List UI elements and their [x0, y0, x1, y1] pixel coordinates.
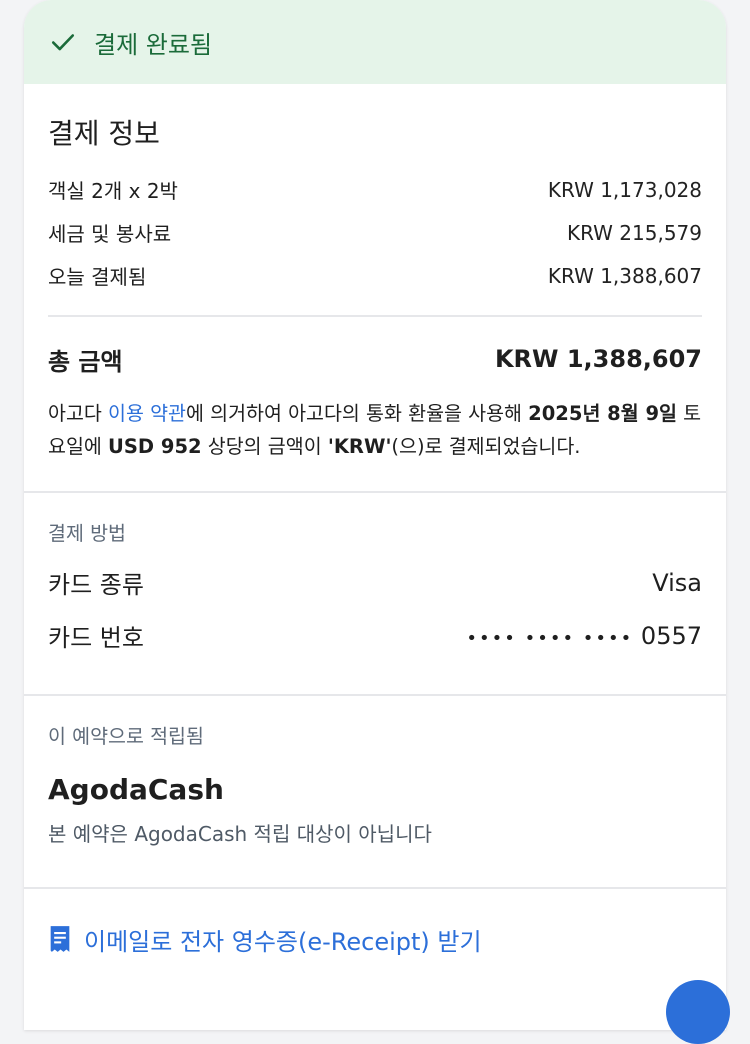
card-number-label: 카드 번호: [48, 624, 144, 652]
row-value: KRW 1,388,607: [547, 263, 702, 288]
note-usd-amount: USD 952: [108, 435, 202, 458]
payment-info-title: 결제 정보: [48, 117, 160, 150]
agodacash-description: 본 예약은 AgodaCash 적립 대상이 아닙니다: [48, 822, 432, 846]
payment-info-section: 결제 정보 객실 2개 x 2박 KRW 1,173,028 세금 및 봉사료 …: [24, 112, 726, 463]
banner-title: 결제 완료됨: [94, 30, 213, 59]
payment-complete-banner: 결제 완료됨: [24, 0, 726, 84]
total-row: 총 금액 KRW 1,388,607: [48, 317, 702, 401]
rewards-title: 이 예약으로 적립됨: [48, 725, 204, 748]
note-text: 에 의거하여 아고다의 통화 환율을 사용해: [186, 402, 529, 425]
payment-complete-card: 결제 완료됨 결제 정보 객실 2개 x 2박 KRW 1,173,028 세금…: [24, 0, 726, 1030]
card-number-last4: 0557: [640, 621, 702, 650]
row-value: KRW 215,579: [566, 220, 702, 245]
receipt-icon: [50, 926, 70, 952]
card-number-value: •••• •••• •••• 0557: [466, 622, 702, 650]
card-number-mask: •••• •••• ••••: [466, 627, 634, 649]
section-divider: [24, 694, 726, 696]
currency-note: 아고다 이용 약관에 의거하여 아고다의 통화 환율을 사용해 2025년 8월…: [48, 397, 702, 463]
check-icon: [51, 34, 75, 51]
payment-method-title: 결제 방법: [48, 522, 126, 545]
paid-today-row: 오늘 결제됨 KRW 1,388,607: [48, 254, 702, 297]
note-text: 상당의 금액이: [201, 435, 328, 458]
row-label: 오늘 결제됨: [48, 265, 147, 289]
email-receipt-link[interactable]: 이메일로 전자 영수증(e-Receipt) 받기: [24, 889, 726, 989]
card-number-row: 카드 번호 •••• •••• •••• 0557: [48, 609, 702, 662]
note-text: 아고다: [48, 402, 109, 425]
tax-row: 세금 및 봉사료 KRW 215,579: [48, 211, 702, 254]
note-currency: 'KRW': [327, 435, 392, 458]
row-value: KRW 1,173,028: [547, 177, 702, 202]
email-receipt-label: 이메일로 전자 영수증(e-Receipt) 받기: [84, 927, 482, 956]
note-text: (으)로 결제되었습니다.: [391, 435, 581, 458]
total-value: KRW 1,388,607: [494, 345, 702, 373]
floating-action-button[interactable]: [666, 980, 730, 1044]
payment-method-section: 결제 방법 카드 종류 Visa 카드 번호 •••• •••• •••• 05…: [24, 517, 726, 662]
section-divider: [24, 491, 726, 493]
row-label: 세금 및 봉사료: [48, 222, 172, 246]
row-label: 객실 2개 x 2박: [48, 179, 178, 203]
card-type-label: 카드 종류: [48, 571, 144, 599]
agodacash-title: AgodaCash: [48, 773, 224, 806]
card-type-value: Visa: [652, 568, 702, 597]
terms-link[interactable]: 이용 약관: [108, 402, 186, 425]
note-date: 2025년 8월 9일: [528, 402, 677, 425]
card-type-row: 카드 종류 Visa: [48, 556, 702, 609]
room-charge-row: 객실 2개 x 2박 KRW 1,173,028: [48, 168, 702, 211]
rewards-section: 이 예약으로 적립됨 AgodaCash 본 예약은 AgodaCash 적립 …: [24, 720, 726, 847]
total-label: 총 금액: [48, 347, 123, 376]
